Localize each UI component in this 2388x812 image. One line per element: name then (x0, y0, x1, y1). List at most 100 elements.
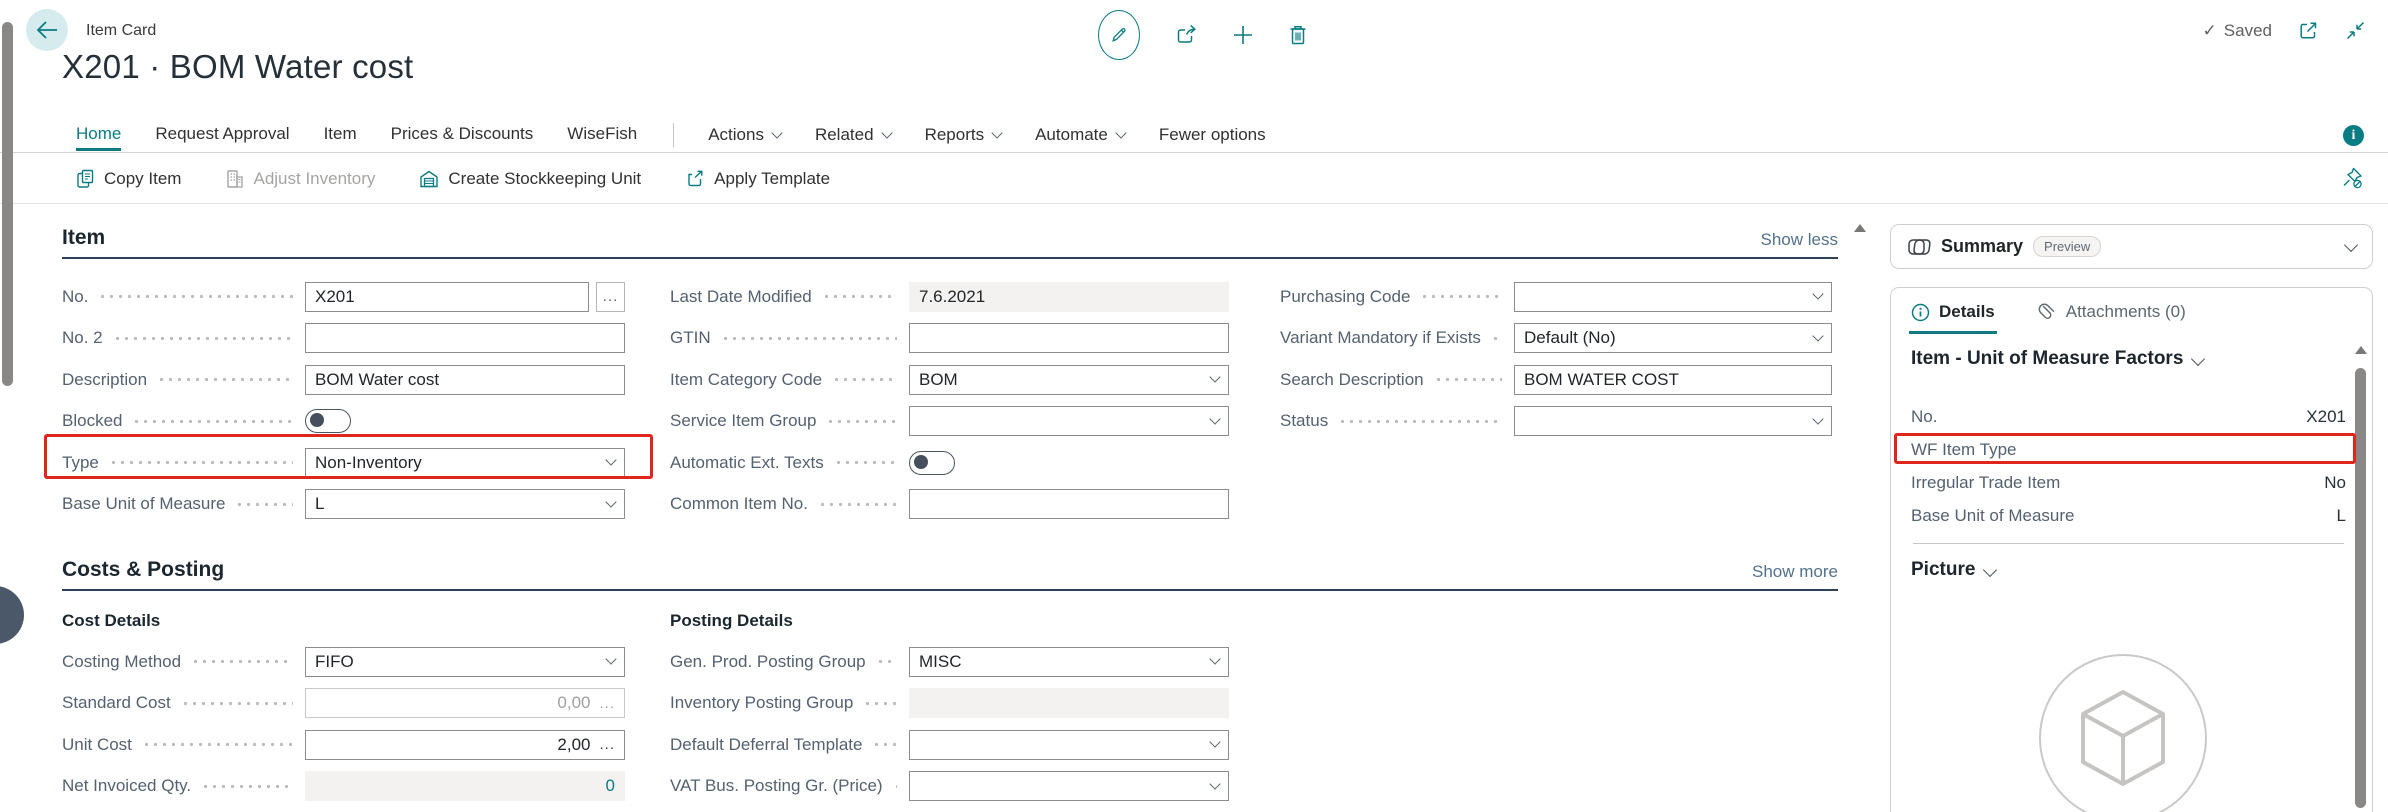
main-scrollbar-thumb[interactable] (2, 22, 13, 386)
factbox-row-base-unit-of-measure[interactable]: Base Unit of Measure L (1911, 499, 2346, 532)
fewer-options-button[interactable]: Fewer options (1159, 125, 1266, 145)
posting-details-subtitle: Posting Details (670, 601, 1229, 641)
scroll-up-arrow-icon[interactable] (1854, 224, 1866, 232)
description-input[interactable]: BOM Water cost (305, 365, 625, 395)
unit-cost-input[interactable]: 2,00... (305, 730, 625, 760)
default-deferral-template-select[interactable] (909, 730, 1229, 760)
scroll-up-arrow-icon[interactable] (2355, 346, 2367, 354)
new-button[interactable] (1232, 24, 1254, 46)
chevron-down-icon (1812, 413, 1823, 424)
last-date-modified-value: 7.6.2021 (909, 282, 1229, 312)
base-uom-select[interactable]: L (305, 489, 625, 519)
common-item-no-input[interactable] (909, 489, 1229, 519)
copilot-icon (1907, 236, 1931, 258)
status-select[interactable] (1514, 406, 1832, 436)
gen-prod-posting-group-select[interactable]: MISC (909, 647, 1229, 677)
menu-reports[interactable]: Reports (925, 125, 1002, 145)
chevron-down-icon (605, 496, 616, 507)
purchasing-code-select[interactable] (1514, 282, 1832, 312)
item-card-content: Item Show less No. X201 ... No. 2 Descri… (0, 204, 1877, 812)
copy-item-button[interactable]: Copy Item (76, 169, 181, 189)
tab-request-approval[interactable]: Request Approval (155, 118, 289, 152)
plus-icon (1232, 24, 1254, 46)
field-unit-cost: Unit Cost 2,00... (62, 724, 625, 766)
picture-heading[interactable]: Picture (1911, 559, 1995, 581)
share-button[interactable] (1174, 24, 1198, 46)
popout-icon (2298, 20, 2319, 41)
open-in-new-window-button[interactable] (2298, 20, 2319, 41)
field-status: Status (1280, 401, 1832, 443)
unpin-button[interactable] (2341, 166, 2364, 190)
menu-actions[interactable]: Actions (708, 125, 781, 145)
type-select[interactable]: Non-Inventory (305, 448, 625, 478)
field-standard-cost: Standard Cost 0,00... (62, 683, 625, 725)
menu-automate[interactable]: Automate (1035, 125, 1125, 145)
summary-card[interactable]: Summary Preview (1890, 224, 2373, 269)
chevron-down-icon (881, 127, 892, 138)
section-rule (62, 589, 1838, 591)
service-item-group-select[interactable] (909, 406, 1229, 436)
tab-prices-discounts[interactable]: Prices & Discounts (391, 118, 534, 152)
field-net-invoiced-qty: Net Invoiced Qty. 0 (62, 766, 625, 808)
action-bar: Copy Item Adjust Inventory Create Stockk… (0, 154, 2388, 204)
gtin-input[interactable] (909, 323, 1229, 353)
delete-button[interactable] (1288, 24, 1308, 46)
field-no2: No. 2 (62, 318, 625, 360)
factbox-row-wf-item-type[interactable]: WF Item Type (1911, 433, 2346, 466)
costing-method-select[interactable]: FIFO (305, 647, 625, 677)
back-button[interactable] (26, 9, 68, 51)
chevron-down-icon (605, 455, 616, 466)
chevron-down-icon (1209, 413, 1220, 424)
standard-cost-input[interactable]: 0,00... (305, 688, 625, 718)
summary-title: Summary (1941, 236, 2023, 257)
tab-wisefish[interactable]: WiseFish (567, 118, 637, 152)
save-status: ✓ Saved (2203, 21, 2272, 41)
factbox-scrollbar[interactable] (2354, 346, 2367, 812)
share-icon (1174, 24, 1198, 46)
factbox-scrollbar-thumb[interactable] (2355, 368, 2366, 808)
no-input[interactable]: X201 (305, 282, 589, 312)
assist-edit-icon[interactable]: ... (599, 695, 615, 712)
edit-button[interactable] (1098, 10, 1140, 60)
factbox-divider (1913, 543, 2344, 544)
item-category-select[interactable]: BOM (909, 365, 1229, 395)
no2-input[interactable] (305, 323, 625, 353)
field-no: No. X201 ... (62, 276, 625, 318)
inventory-posting-group-value (909, 688, 1229, 718)
show-less-link[interactable]: Show less (1761, 230, 1838, 250)
factbox-row-irregular-trade-item[interactable]: Irregular Trade Item No (1911, 466, 2346, 499)
show-more-link[interactable]: Show more (1752, 562, 1838, 582)
info-icon[interactable]: i (2343, 125, 2364, 146)
tab-home[interactable]: Home (76, 118, 121, 152)
window-controls: ✓ Saved (2203, 20, 2366, 41)
blocked-toggle[interactable] (305, 409, 351, 433)
costs-section-title: Costs & Posting (62, 558, 224, 582)
chevron-down-icon[interactable] (2344, 237, 2358, 251)
details-rows: No. X201 WF Item Type Irregular Trade It… (1911, 400, 2346, 532)
factbox-row-no[interactable]: No. X201 (1911, 400, 2346, 433)
no-assist-button[interactable]: ... (596, 282, 625, 312)
assist-edit-icon[interactable]: ... (599, 736, 615, 753)
field-type: Type Non-Inventory (62, 442, 625, 484)
field-automatic-ext-texts: Automatic Ext. Texts (670, 442, 1229, 484)
tab-details[interactable]: Details (1911, 302, 1995, 322)
net-invoiced-qty-value[interactable]: 0 (305, 771, 625, 801)
menu-related[interactable]: Related (815, 125, 891, 145)
chevron-down-icon (1209, 372, 1220, 383)
automatic-ext-texts-toggle[interactable] (909, 451, 955, 475)
chevron-down-icon (1983, 563, 1997, 577)
field-default-deferral-template: Default Deferral Template (670, 724, 1229, 766)
search-description-input[interactable]: BOM WATER COST (1514, 365, 1832, 395)
adjust-inventory-button[interactable]: Adjust Inventory (225, 169, 375, 189)
vat-bus-posting-gr-select[interactable] (909, 771, 1229, 801)
apply-template-button[interactable]: Apply Template (685, 169, 830, 189)
details-heading[interactable]: Item - Unit of Measure Factors (1911, 348, 2203, 370)
main-scrollbar[interactable] (1853, 224, 1867, 812)
chevron-down-icon (1209, 778, 1220, 789)
picture-placeholder[interactable] (2039, 654, 2207, 812)
variant-mandatory-select[interactable]: Default (No) (1514, 323, 1832, 353)
collapse-button[interactable] (2345, 20, 2366, 41)
create-stockkeeping-unit-button[interactable]: Create Stockkeeping Unit (419, 169, 641, 189)
tab-attachments[interactable]: Attachments (0) (2037, 302, 2186, 322)
tab-item[interactable]: Item (324, 118, 357, 152)
